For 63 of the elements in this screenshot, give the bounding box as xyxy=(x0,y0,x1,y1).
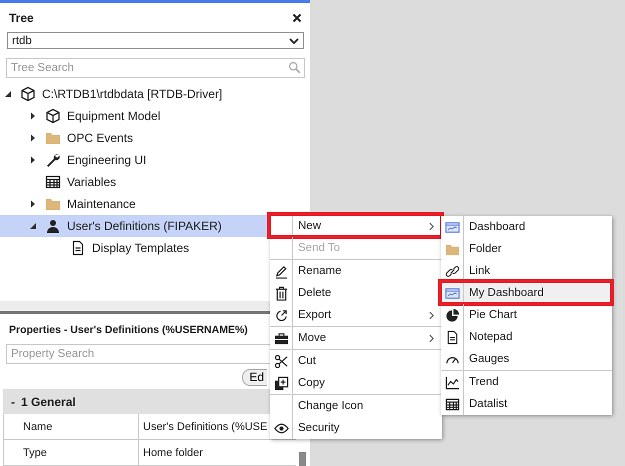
table-cell-text: Home folder xyxy=(142,446,203,460)
cube-icon xyxy=(45,108,61,124)
menu-item[interactable]: Notepad xyxy=(441,326,612,348)
menu-item[interactable]: Trend xyxy=(441,371,612,393)
pie-chart-icon xyxy=(444,308,460,322)
tree-item[interactable]: Equipment Model xyxy=(0,105,310,127)
edit-button[interactable]: Ed xyxy=(242,368,267,386)
pencil-icon xyxy=(274,264,288,278)
menu-item[interactable]: Move xyxy=(270,327,442,349)
menu-item[interactable]: Gauges xyxy=(441,348,612,370)
copy-icon xyxy=(274,376,288,390)
menu-item[interactable]: Export xyxy=(270,304,442,326)
tree-search-field[interactable]: Tree Search xyxy=(6,58,305,78)
trash-icon xyxy=(274,286,288,300)
menu-item[interactable]: Datalist xyxy=(441,393,612,415)
collapsed-icon[interactable] xyxy=(29,112,37,120)
briefcase-icon xyxy=(274,330,288,346)
tree-item[interactable]: Maintenance xyxy=(0,193,310,215)
collapsed-icon[interactable] xyxy=(29,156,37,164)
collapsed-icon[interactable] xyxy=(29,134,37,142)
menu-item[interactable]: Folder xyxy=(441,238,612,260)
link-icon xyxy=(444,264,460,278)
expanded-icon[interactable] xyxy=(4,90,12,98)
chevron-down-icon xyxy=(289,38,299,44)
table-cell-text: User's Definitions (%USE xyxy=(142,420,268,434)
collapse-toggle[interactable]: - xyxy=(11,394,15,408)
eye-icon xyxy=(274,420,288,436)
folder-icon xyxy=(45,130,61,146)
document-icon xyxy=(444,330,460,344)
table-cell: Type xyxy=(4,440,139,465)
person-icon xyxy=(45,218,61,234)
menu-item[interactable]: Dashboard xyxy=(441,216,612,238)
tree-item[interactable]: Variables xyxy=(0,171,310,193)
tree-item[interactable]: C:\RTDB1\rtdbdata [RTDB-Driver] xyxy=(0,83,310,105)
menu-item[interactable]: My Dashboard xyxy=(441,282,612,304)
tree-item[interactable]: OPC Events xyxy=(0,127,310,149)
tree-item[interactable]: Engineering UI xyxy=(0,149,310,171)
folder-icon xyxy=(45,196,61,212)
collapsed-icon[interactable] xyxy=(29,200,37,208)
export-icon xyxy=(274,308,288,322)
dashboard-icon xyxy=(444,220,460,234)
table-cell: Name xyxy=(4,414,139,439)
menu-item[interactable]: Link xyxy=(441,260,612,282)
group-title: 1 General xyxy=(21,394,76,408)
search-icon xyxy=(288,61,301,74)
document-icon xyxy=(70,240,86,256)
panel-title: Tree xyxy=(9,10,34,24)
menu-item[interactable]: Pie Chart xyxy=(441,304,612,326)
source-dropdown[interactable]: rtdb xyxy=(7,32,304,49)
expanded-icon[interactable] xyxy=(29,222,37,230)
menu-item[interactable]: Security xyxy=(270,417,442,439)
table-icon xyxy=(444,396,460,412)
cube-icon xyxy=(20,86,36,102)
scissors-icon xyxy=(274,354,288,368)
menu-item[interactable]: Delete xyxy=(270,282,442,304)
table-icon xyxy=(45,174,61,190)
close-icon[interactable] xyxy=(292,12,302,22)
trend-icon xyxy=(444,374,460,390)
properties-title: Properties - User's Definitions (%USERNAME%) xyxy=(9,324,249,336)
menu-item[interactable]: Rename xyxy=(270,260,442,282)
scrollbar[interactable] xyxy=(299,452,306,466)
dashboard-icon xyxy=(444,286,460,300)
wrench-icon xyxy=(45,152,61,168)
